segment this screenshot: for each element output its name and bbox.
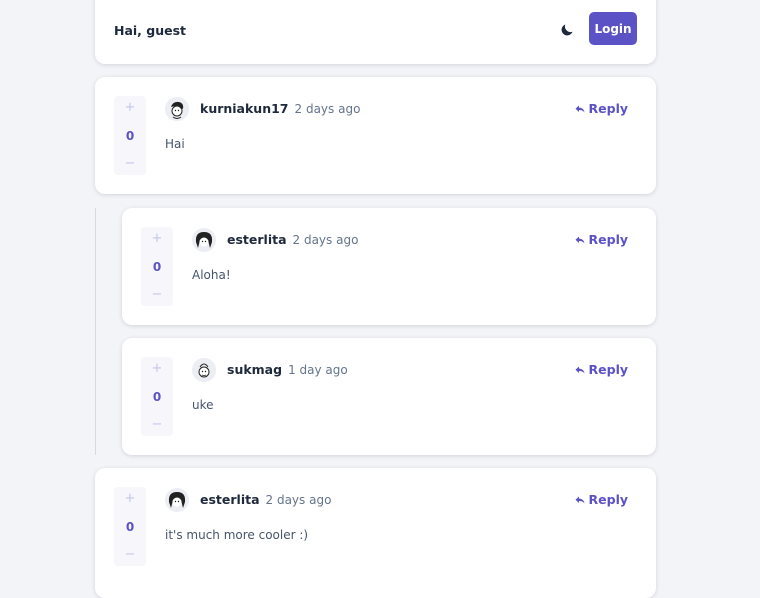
username: esterlita (200, 492, 260, 507)
comment-text: Aloha! (192, 268, 231, 282)
username: sukmag (227, 362, 283, 377)
avatar (165, 488, 189, 512)
comment-card: + 0 − esterlita 2 days ago Reply it's muc… (95, 468, 656, 598)
avatar (192, 358, 216, 382)
avatar (165, 97, 189, 121)
comment-text: it's much more cooler :) (165, 528, 309, 542)
reply-button[interactable]: Reply (574, 492, 628, 507)
reply-icon (575, 496, 585, 503)
reply-button[interactable]: Reply (574, 232, 628, 247)
reply-label: Reply (588, 492, 628, 507)
reply-button[interactable]: Reply (574, 362, 628, 377)
reply-icon (575, 366, 585, 373)
comment-text: Hai (165, 137, 185, 151)
comment-author: esterlita 2 days ago (227, 232, 358, 247)
comment-card: + 0 − esterlita 2 days ago Reply Aloha! (122, 208, 656, 325)
reply-button[interactable]: Reply (574, 101, 628, 116)
upvote-button[interactable]: + (152, 362, 163, 375)
top-bar: Hai, guest Login (95, 0, 656, 64)
timestamp: 2 days ago (292, 233, 359, 247)
timestamp: 2 days ago (265, 493, 332, 507)
greeting-text: Hai, guest (114, 23, 187, 38)
vote-control: + 0 − (114, 96, 146, 175)
upvote-button[interactable]: + (125, 101, 136, 114)
vote-count: 0 (125, 520, 135, 534)
thread-line (95, 208, 96, 455)
vote-count: 0 (125, 129, 135, 143)
upvote-button[interactable]: + (125, 492, 136, 505)
downvote-button[interactable]: − (125, 548, 136, 561)
vote-control: + 0 − (141, 227, 173, 306)
reply-label: Reply (588, 232, 628, 247)
reply-icon (575, 105, 585, 112)
comment-text: uke (192, 398, 214, 412)
vote-count: 0 (152, 390, 162, 404)
theme-toggle-button[interactable] (556, 18, 578, 40)
reply-icon (575, 236, 585, 243)
reply-label: Reply (588, 101, 628, 116)
vote-count: 0 (152, 260, 162, 274)
timestamp: 2 days ago (294, 102, 361, 116)
downvote-button[interactable]: − (152, 418, 163, 431)
timestamp: 1 day ago (288, 363, 348, 377)
comment-author: sukmag 1 day ago (227, 362, 348, 377)
comment-card: + 0 − kurniakun17 2 days ago Reply Hai (95, 77, 656, 194)
vote-control: + 0 − (141, 357, 173, 436)
avatar (192, 228, 216, 252)
login-button[interactable]: Login (589, 12, 637, 45)
comment-author: kurniakun17 2 days ago (200, 101, 360, 116)
downvote-button[interactable]: − (125, 157, 136, 170)
upvote-button[interactable]: + (152, 232, 163, 245)
downvote-button[interactable]: − (152, 288, 163, 301)
moon-icon (561, 24, 572, 35)
comment-author: esterlita 2 days ago (200, 492, 331, 507)
username: esterlita (227, 232, 287, 247)
comment-card: + 0 − sukmag 1 day ago Reply uke (122, 338, 656, 455)
reply-label: Reply (588, 362, 628, 377)
vote-control: + 0 − (114, 487, 146, 566)
username: kurniakun17 (200, 101, 289, 116)
